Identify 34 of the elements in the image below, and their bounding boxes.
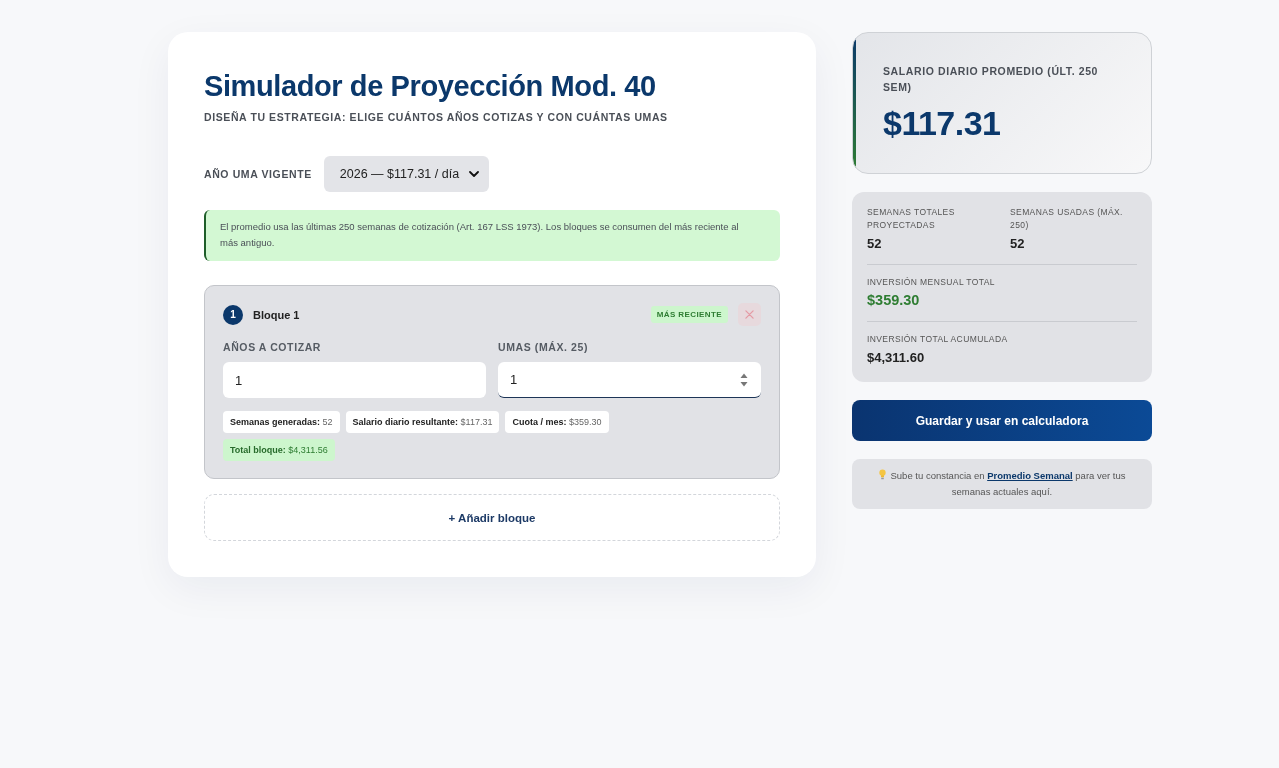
- input-field[interactable]: 1: [498, 362, 761, 398]
- stat-value: 52: [1010, 235, 1026, 252]
- block-metric: Salario diario resultante: $117.31: [345, 411, 500, 433]
- uma-year-label: AÑO UMA VIGENTE: [204, 168, 312, 180]
- average-salary-label: SALARIO DIARIO PROMEDIO (ÚLT. 250 SEM): [883, 64, 1100, 95]
- block-metric: Cuota / mes: $359.30: [505, 411, 609, 433]
- average-salary-value: $117.31: [883, 103, 1002, 143]
- save-button[interactable]: Guardar y usar en calculadora: [852, 400, 1152, 441]
- stat-label: INVERSIÓN TOTAL ACUMULADA: [867, 333, 1009, 346]
- stat-value: $359.30: [867, 292, 921, 309]
- input-field[interactable]: 1: [223, 362, 486, 398]
- spinner-arrows-icon[interactable]: [740, 373, 748, 387]
- stat-label: SEMANAS TOTALES PROYECTADAS: [867, 206, 956, 232]
- tip-text: Sube tu constancia en Promedio Semanal para ver tus semanas actuales aquí.: [890, 470, 1126, 497]
- field-label: AÑOS A COTIZAR: [223, 340, 323, 354]
- chevron-down-icon: [468, 171, 479, 177]
- block-number: 1: [223, 304, 243, 325]
- stat-value: $4,311.60: [867, 349, 926, 366]
- stat-label: SEMANAS USADAS (MÁX. 250): [1010, 206, 1124, 232]
- block-total: Total bloque: $4,311.56: [223, 439, 335, 461]
- info-note: El promedio usa las últimas 250 semanas de cotización (Art. 167 LSS 1973). Los bloques se consumen del más reciente al más antiguo.: [204, 210, 780, 261]
- close-icon: [745, 310, 754, 319]
- promedio-semanal-link[interactable]: Promedio Semanal: [987, 470, 1073, 481]
- recent-tag: MÁS RECIENTE: [650, 306, 728, 323]
- stat-label: INVERSIÓN MENSUAL TOTAL: [867, 276, 996, 289]
- page-subtitle: DISEÑA TU ESTRATEGIA: ELIGE CUÁNTOS AÑOS COTIZAS Y CON CUÁNTAS UMAS: [204, 110, 669, 124]
- add-block-button[interactable]: + Añadir bloque: [204, 494, 780, 541]
- page-title: Simulador de Proyección Mod. 40: [204, 69, 657, 104]
- lightbulb-icon: [878, 469, 886, 480]
- stat-value: 52: [867, 235, 883, 252]
- block-metric: Semanas generadas: 52: [223, 411, 340, 433]
- block-title: Bloque 1: [253, 308, 300, 321]
- field-label: UMAS (MÁX. 25): [498, 340, 590, 354]
- uma-year-select[interactable]: 2026 — $117.31 / día: [323, 156, 489, 192]
